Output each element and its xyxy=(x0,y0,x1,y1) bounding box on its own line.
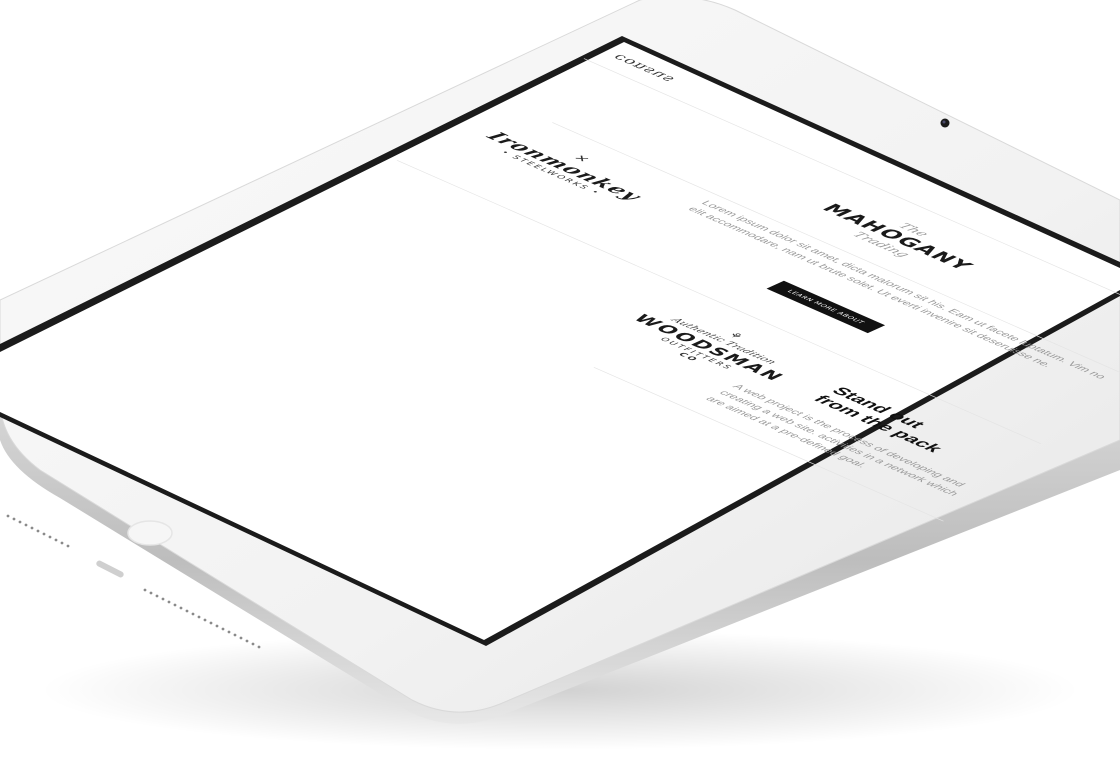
tablet-mockup: consus The MAHOGANY Trading ✕ Ironmonkey… xyxy=(0,0,1120,766)
brand-logo-woodsman: ⚘ Authentic Tradition WOODSMAN OUTFITTER… xyxy=(592,292,834,399)
charging-port xyxy=(96,560,124,578)
speaker-grille-left xyxy=(6,514,70,548)
home-button[interactable] xyxy=(127,520,173,546)
